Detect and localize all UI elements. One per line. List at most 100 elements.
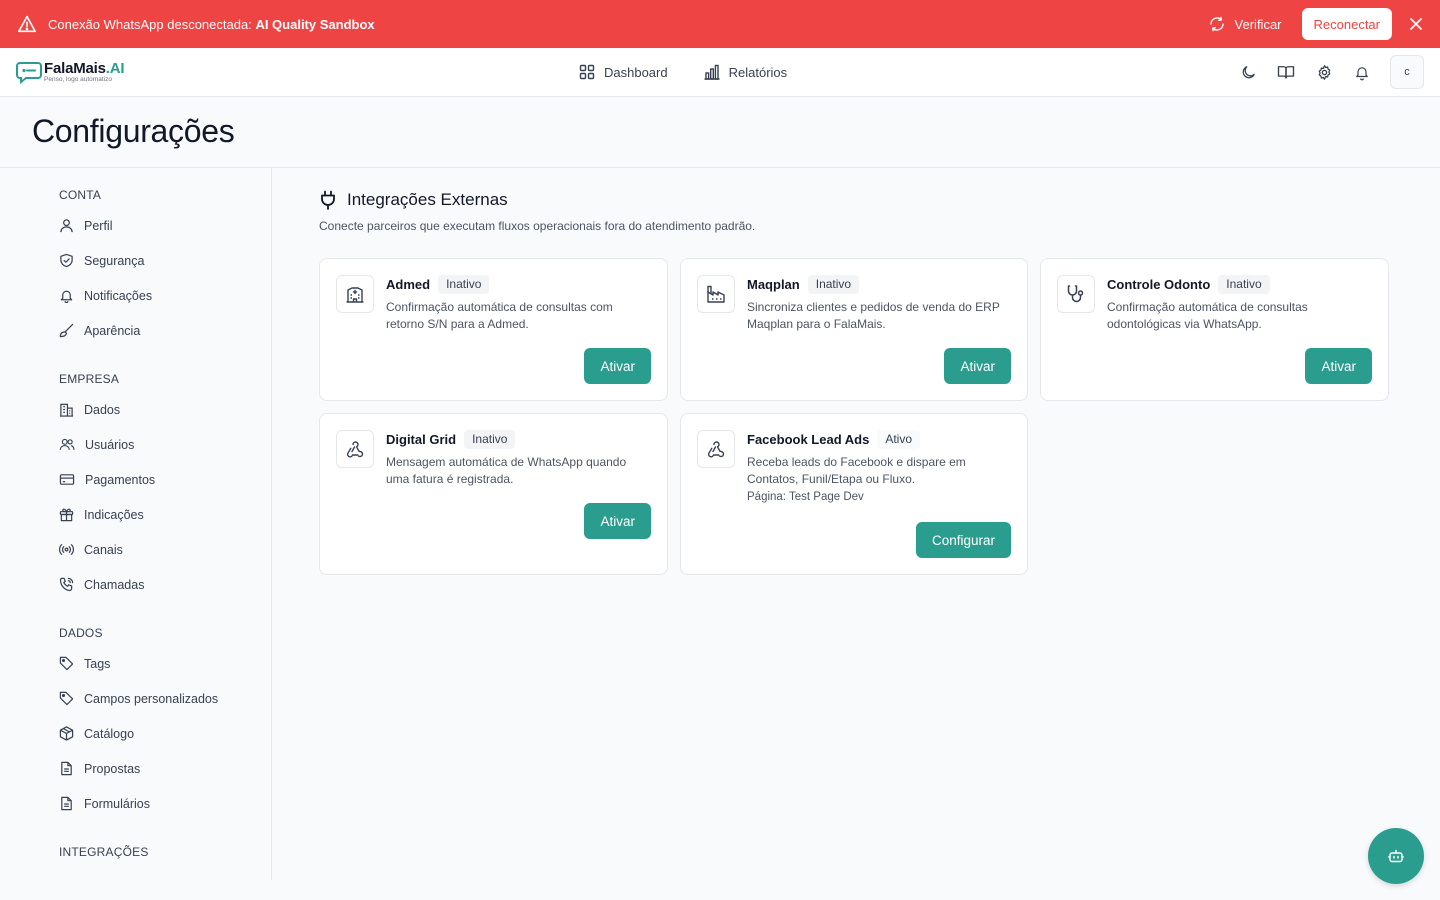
integration-card-maqplan: Maqplan Inativo Sincroniza clientes e pe… bbox=[680, 258, 1028, 401]
sidebar-item-dados[interactable]: Dados bbox=[0, 392, 271, 427]
verify-button[interactable]: Verificar bbox=[1209, 16, 1282, 32]
sidebar-section-dados: DADOS bbox=[59, 626, 103, 640]
sidebar-item-label: Dados bbox=[84, 402, 121, 417]
stethoscope-icon bbox=[1057, 275, 1095, 313]
sidebar-item-label: Catálogo bbox=[84, 726, 135, 741]
bell-icon bbox=[60, 290, 73, 303]
alert-connection-name: AI Quality Sandbox bbox=[255, 16, 375, 32]
sidebar-item-propostas[interactable]: Propostas bbox=[0, 751, 271, 786]
sidebar-item-label: Campos personalizados bbox=[84, 691, 219, 706]
antenna-icon bbox=[59, 544, 74, 555]
sidebar-item-label: Aparência bbox=[84, 323, 141, 338]
hospital-icon bbox=[336, 275, 374, 313]
nav-dashboard[interactable]: Dashboard bbox=[579, 64, 668, 80]
bar-chart-icon bbox=[703, 64, 720, 80]
sidebar-item-aparencia[interactable]: Aparência bbox=[0, 313, 271, 348]
sidebar-item-seguranca[interactable]: Segurança bbox=[0, 243, 271, 278]
sidebar-item-label: Propostas bbox=[84, 761, 141, 776]
sidebar-section-integracoes: INTEGRAÇÕES bbox=[59, 845, 149, 859]
plug-icon bbox=[321, 190, 335, 210]
sidebar-item-label: Canais bbox=[84, 542, 123, 557]
sidebar-item-label: Formulários bbox=[84, 796, 150, 811]
sidebar-item-pagamentos[interactable]: Pagamentos bbox=[0, 462, 271, 497]
sidebar-item-canais[interactable]: Canais bbox=[0, 532, 271, 567]
brand-name: FalaMais.AI bbox=[44, 59, 125, 77]
section-description: Conecte parceiros que executam fluxos op… bbox=[319, 219, 756, 233]
book-icon[interactable] bbox=[1276, 62, 1296, 82]
brand-tagline: Penso, logo automatizo bbox=[44, 75, 112, 83]
status-badge: Ativo bbox=[877, 430, 921, 449]
activate-button[interactable]: Ativar bbox=[584, 503, 651, 539]
nav-dashboard-label: Dashboard bbox=[604, 64, 668, 80]
tag-icon bbox=[59, 691, 74, 706]
sidebar-item-label: Indicações bbox=[84, 507, 144, 522]
integration-name: Digital Grid bbox=[386, 432, 457, 447]
top-navigation: FalaMais.AI Penso, logo automatizo Dashb… bbox=[0, 48, 1440, 97]
verify-label: Verificar bbox=[1234, 16, 1282, 32]
section-title-text: Integrações Externas bbox=[347, 190, 508, 209]
sidebar-item-tags[interactable]: Tags bbox=[0, 646, 271, 681]
integration-card-admed: Admed Inativo Confirmação automática de … bbox=[319, 258, 668, 401]
package-icon bbox=[59, 726, 74, 741]
integration-description: Confirmação automática de consultas odon… bbox=[1107, 300, 1308, 331]
status-badge: Inativo bbox=[1218, 275, 1270, 294]
activate-button[interactable]: Ativar bbox=[944, 348, 1011, 384]
brush-icon bbox=[59, 323, 74, 338]
sidebar-item-label: Tags bbox=[84, 656, 111, 671]
users-icon bbox=[59, 438, 75, 450]
sidebar-item-indicacoes[interactable]: Indicações bbox=[0, 497, 271, 532]
integration-page-info: Página: Test Page Dev bbox=[747, 491, 864, 503]
bell-icon[interactable] bbox=[1352, 62, 1372, 82]
file-text-icon bbox=[61, 761, 72, 776]
reconnect-button[interactable]: Reconectar bbox=[1301, 8, 1392, 40]
moon-icon[interactable] bbox=[1238, 62, 1258, 82]
file-text-icon bbox=[61, 796, 72, 811]
sidebar-item-label: Perfil bbox=[84, 218, 113, 233]
brand-name-main: FalaMais bbox=[44, 59, 106, 77]
gear-icon[interactable] bbox=[1314, 62, 1334, 82]
sidebar-item-campos-personalizados[interactable]: Campos personalizados bbox=[0, 681, 271, 716]
status-badge: Inativo bbox=[807, 275, 860, 294]
close-icon[interactable] bbox=[1408, 16, 1424, 32]
logo[interactable]: FalaMais.AI Penso, logo automatizo bbox=[16, 59, 125, 84]
webhook-icon bbox=[697, 430, 735, 468]
brand-name-suffix: .AI bbox=[105, 59, 125, 77]
credit-card-icon bbox=[59, 474, 75, 485]
page-title: Configurações bbox=[32, 113, 235, 149]
sidebar-item-notificacoes[interactable]: Notificações bbox=[0, 278, 271, 313]
activate-button[interactable]: Ativar bbox=[1305, 348, 1372, 384]
sidebar-item-formularios[interactable]: Formulários bbox=[0, 786, 271, 821]
building-icon bbox=[59, 403, 74, 417]
integration-description: Sincroniza clientes e pedidos de venda d… bbox=[747, 300, 1000, 331]
integration-name: Controle Odonto bbox=[1107, 277, 1211, 292]
sidebar-item-perfil[interactable]: Perfil bbox=[0, 208, 271, 243]
configure-button[interactable]: Configurar bbox=[915, 522, 1011, 558]
connection-alert-banner: Conexão WhatsApp desconectada: AI Qualit… bbox=[0, 0, 1440, 48]
assistant-bot-button[interactable] bbox=[1368, 828, 1424, 884]
user-avatar[interactable]: c bbox=[1390, 55, 1424, 89]
status-badge: Inativo bbox=[464, 430, 516, 449]
integration-card-digital-grid: Digital Grid Inativo Mensagem automática… bbox=[319, 413, 668, 575]
webhook-icon bbox=[336, 430, 374, 468]
section-title: Integrações Externas bbox=[319, 190, 1389, 210]
integration-name: Facebook Lead Ads bbox=[747, 432, 870, 447]
sidebar-item-usuarios[interactable]: Usuários bbox=[0, 427, 271, 462]
sidebar-item-label: Notificações bbox=[84, 288, 153, 303]
alert-message: Conexão WhatsApp desconectada: AI Qualit… bbox=[48, 17, 375, 32]
tag-icon bbox=[59, 656, 74, 671]
settings-sidebar: CONTA Perfil Segurança Notificações Apar… bbox=[0, 168, 272, 880]
integration-description: Mensagem automática de WhatsApp quando u… bbox=[386, 455, 627, 486]
integration-description: Confirmação automática de consultas com … bbox=[386, 300, 613, 331]
sidebar-item-catalogo[interactable]: Catálogo bbox=[0, 716, 271, 751]
phone-icon bbox=[59, 577, 74, 592]
alert-message-prefix: Conexão WhatsApp desconectada: bbox=[48, 16, 252, 32]
sidebar-item-chamadas[interactable]: Chamadas bbox=[0, 567, 271, 602]
sidebar-item-label: Chamadas bbox=[84, 577, 145, 592]
activate-button[interactable]: Ativar bbox=[584, 348, 651, 384]
refresh-icon bbox=[1209, 16, 1224, 32]
integration-name: Maqplan bbox=[747, 277, 800, 292]
gift-icon bbox=[59, 508, 74, 522]
bot-icon bbox=[1388, 849, 1404, 863]
nav-reports[interactable]: Relatórios bbox=[703, 64, 787, 80]
sidebar-item-label: Pagamentos bbox=[85, 472, 156, 487]
